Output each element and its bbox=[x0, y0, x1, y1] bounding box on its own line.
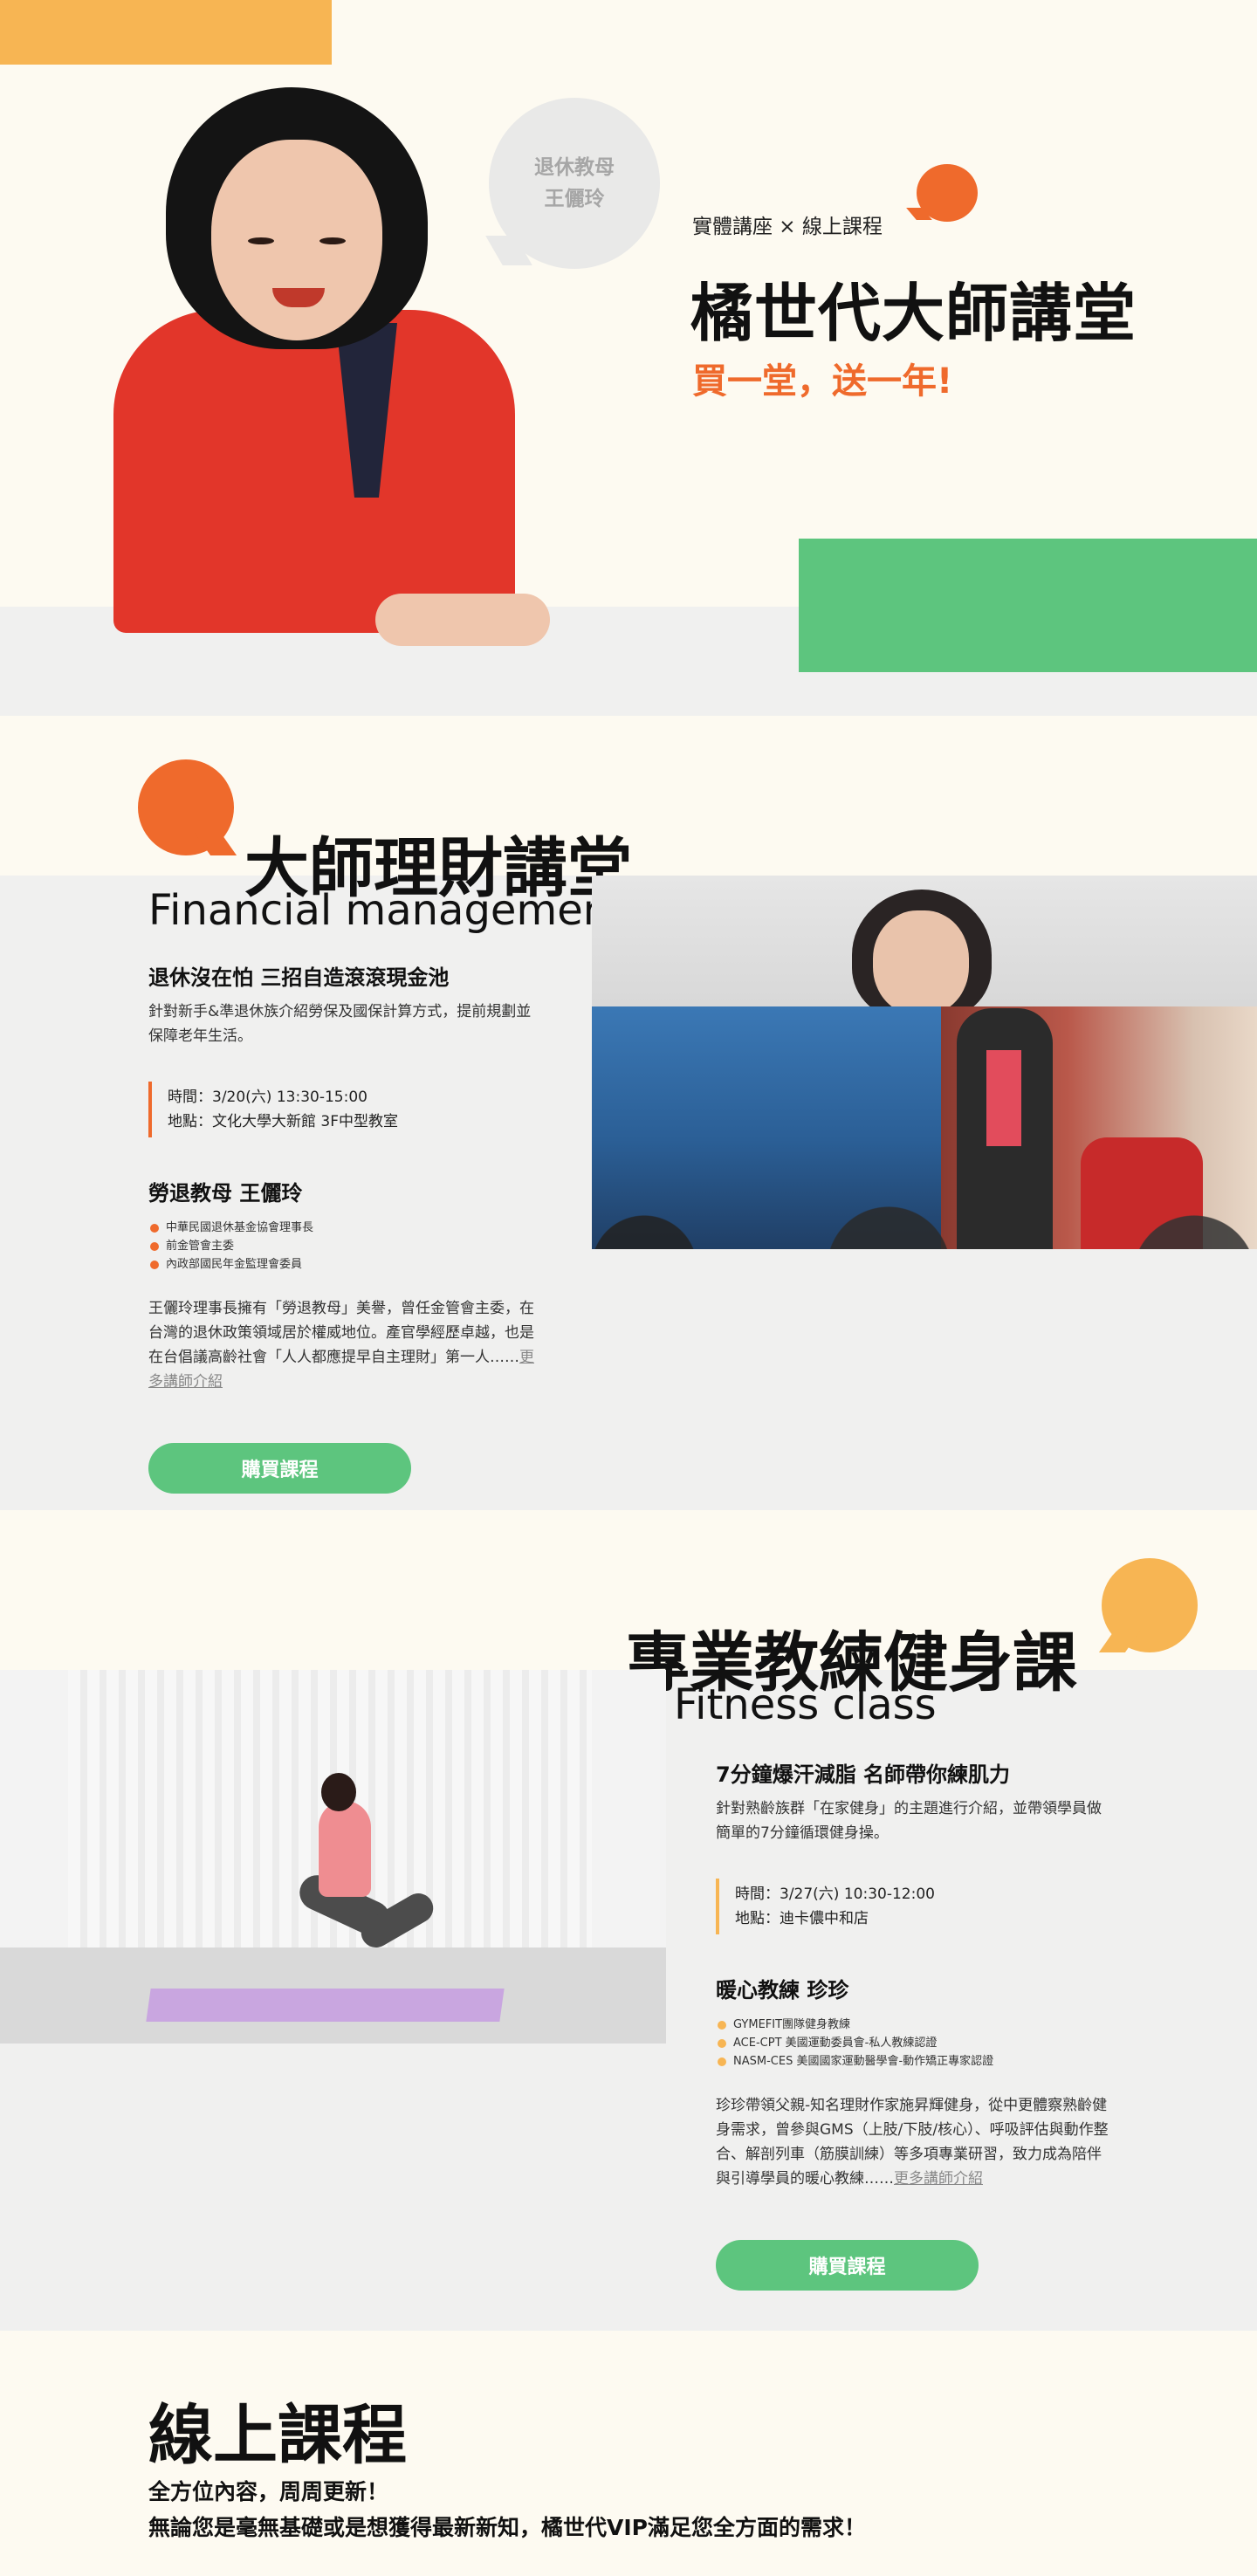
course-place: 地點：迪卡儂中和店 bbox=[735, 1910, 869, 1927]
credential-item: 內政部國民年金監理會委員 bbox=[148, 1255, 546, 1274]
fitness-course-card: 7分鐘爆汗減脂 名師帶你練肌力 針對熟齡族群「在家健身」的主題進行介紹，並帶領學… bbox=[716, 1757, 1113, 2291]
finance-photo bbox=[592, 876, 1257, 1249]
speech-bubble-icon bbox=[917, 164, 978, 222]
fitness-photo bbox=[0, 1670, 666, 2044]
hero-yellow-block bbox=[0, 0, 332, 65]
bubble-line-1: 退休教母 bbox=[534, 156, 615, 179]
hero-title: 橘世代大師講堂 bbox=[690, 277, 1137, 350]
credential-item: 前金管會主委 bbox=[148, 1237, 546, 1255]
course-description: 針對新手&準退休族介紹勞保及國保計算方式，提前規劃並保障老年生活。 bbox=[148, 1003, 532, 1045]
credential-item: 中華民國退休基金協會理事長 bbox=[148, 1219, 546, 1237]
teacher-credentials: 中華民國退休基金協會理事長 前金管會主委 內政部國民年金監理會委員 bbox=[148, 1219, 546, 1274]
credential-item: ACE-CPT 美國運動委員會-私人教練認證 bbox=[716, 2034, 1113, 2052]
online-title: 線上課程 bbox=[148, 2398, 407, 2473]
course-time: 時間：3/20(六) 13:30-15:00 bbox=[168, 1089, 367, 1106]
course-place: 地點：文化大學大新館 3F中型教室 bbox=[168, 1113, 398, 1130]
online-line-1: 全方位內容，周周更新！ bbox=[148, 2479, 389, 2504]
buy-course-button[interactable]: 購買課程 bbox=[148, 1443, 411, 1494]
course-title: 退休沒在怕 三招自造滾滾現金池 bbox=[148, 965, 450, 990]
hero-banner: 退休教母 王儷玲 實體講座 × 線上課程 橘世代大師講堂 買一堂，送一年! bbox=[0, 0, 1257, 716]
buy-course-button[interactable]: 購買課程 bbox=[716, 2240, 979, 2291]
teacher-name: 暖心教練 珍珍 bbox=[716, 1978, 849, 2002]
hero-accent: 買一堂，送一年! bbox=[692, 361, 953, 402]
teacher-credentials: GYMEFIT團隊健身教練 ACE-CPT 美國運動委員會-私人教練認證 NAS… bbox=[716, 2016, 1113, 2071]
credential-item: NASM-CES 美國國家運動醫學會-動作矯正專家認證 bbox=[716, 2052, 1113, 2071]
teacher-bio: 珍珍帶領父親-知名理財作家施昇輝健身，從中更體察熟齡健身需求，曾參與GMS（上肢… bbox=[716, 2093, 1113, 2191]
credential-item: GYMEFIT團隊健身教練 bbox=[716, 2016, 1113, 2034]
teacher-name: 勞退教母 王儷玲 bbox=[148, 1181, 303, 1206]
online-line-2: 無論您是毫無基礎或是想獲得最新新知，橘世代VIP滿足您全方面的需求！ bbox=[148, 2515, 866, 2540]
hero-subtitle: 實體講座 × 線上課程 bbox=[692, 216, 883, 238]
speech-bubble-icon bbox=[1102, 1558, 1198, 1652]
course-time: 時間：3/27(六) 10:30-12:00 bbox=[735, 1886, 935, 1903]
course-info: 時間：3/27(六) 10:30-12:00 地點：迪卡儂中和店 bbox=[716, 1879, 1113, 1934]
finance-title-en: Financial management bbox=[148, 886, 626, 935]
teacher-bio: 王儷玲理事長擁有「勞退教母」美譽，曾任金管會主委，在台灣的退休政策領域居於權威地… bbox=[148, 1296, 546, 1394]
course-description: 針對熟齡族群「在家健身」的主題進行介紹，並帶領學員做簡單的7分鐘循環健身操。 bbox=[716, 1800, 1102, 1842]
more-teacher-link[interactable]: 更多講師介紹 bbox=[894, 2170, 983, 2188]
bubble-line-2: 王儷玲 bbox=[544, 188, 605, 210]
bio-text: 王儷玲理事長擁有「勞退教母」美譽，曾任金管會主委，在台灣的退休政策領域居於權威地… bbox=[148, 1300, 534, 1366]
speech-bubble-icon bbox=[138, 759, 234, 855]
course-info: 時間：3/20(六) 13:30-15:00 地點：文化大學大新館 3F中型教室 bbox=[148, 1082, 546, 1137]
hero-green-block bbox=[799, 539, 1257, 672]
course-title: 7分鐘爆汗減脂 名師帶你練肌力 bbox=[716, 1762, 1011, 1787]
teacher-name-bubble: 退休教母 王儷玲 bbox=[489, 98, 660, 269]
finance-course-card: 退休沒在怕 三招自造滾滾現金池 針對新手&準退休族介紹勞保及國保計算方式，提前規… bbox=[148, 960, 546, 1494]
fitness-title-en: Fitness class bbox=[674, 1680, 937, 1729]
